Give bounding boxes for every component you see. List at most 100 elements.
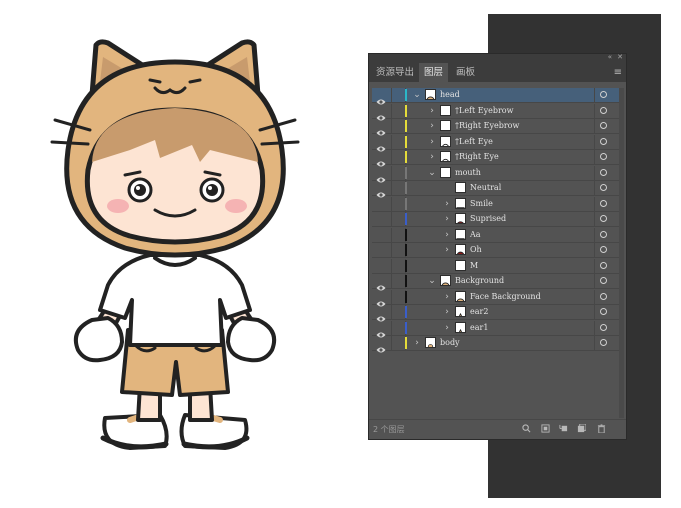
target-circle-icon[interactable] — [600, 122, 607, 129]
layer-name[interactable]: Smile — [470, 197, 493, 211]
collapsed-arrow-icon[interactable]: › — [442, 229, 452, 241]
collapse-panel-icon[interactable]: « — [608, 53, 612, 61]
visibility-eye-icon[interactable] — [376, 246, 386, 254]
collapsed-arrow-icon[interactable]: › — [412, 337, 422, 349]
layer-name[interactable]: †Left Eyebrow — [455, 104, 513, 118]
visibility-eye-icon[interactable] — [376, 138, 386, 151]
tab-asset-export[interactable]: 资源导出 — [371, 63, 419, 82]
new-layer-icon[interactable] — [577, 424, 586, 433]
lock-toggle[interactable] — [391, 336, 406, 350]
lock-toggle[interactable] — [391, 212, 406, 226]
layer-row[interactable]: ⌄ head — [372, 88, 623, 105]
target-circle-icon[interactable] — [600, 106, 607, 114]
lock-toggle[interactable] — [391, 320, 406, 335]
target-circle-icon[interactable] — [600, 308, 607, 315]
collapsed-arrow-icon[interactable]: › — [427, 151, 437, 163]
layer-name[interactable]: Aa — [470, 228, 481, 242]
target-circle-icon[interactable] — [600, 91, 607, 98]
target-circle-icon[interactable] — [600, 246, 607, 253]
expanded-arrow-icon[interactable]: ⌄ — [412, 89, 422, 101]
layer-name[interactable]: Face Background — [470, 290, 541, 304]
lock-toggle[interactable] — [391, 196, 406, 211]
target-circle-icon[interactable] — [600, 168, 607, 176]
target-circle-icon[interactable] — [600, 292, 607, 300]
clipping-mask-icon[interactable] — [541, 424, 550, 433]
lock-toggle[interactable] — [391, 227, 406, 242]
layer-name[interactable]: ear1 — [470, 321, 488, 335]
collapsed-arrow-icon[interactable]: › — [427, 105, 437, 117]
visibility-eye-icon[interactable] — [376, 184, 386, 198]
layer-list-scrollbar[interactable] — [619, 88, 624, 418]
collapsed-arrow-icon[interactable]: › — [442, 244, 452, 256]
layer-name[interactable]: ear2 — [470, 305, 488, 319]
collapsed-arrow-icon[interactable]: › — [427, 136, 437, 148]
lock-toggle[interactable] — [391, 150, 406, 164]
layer-row[interactable]: › ear2 — [372, 305, 623, 322]
tab-layers[interactable]: 图层 — [419, 63, 449, 82]
lock-toggle[interactable] — [391, 165, 406, 180]
collapsed-arrow-icon[interactable]: › — [442, 198, 452, 210]
layer-row[interactable]: ⌄ Background — [372, 274, 623, 291]
lock-toggle[interactable] — [391, 103, 406, 118]
layer-row[interactable]: › body — [372, 336, 623, 353]
visibility-eye-icon[interactable] — [376, 200, 386, 208]
collapsed-arrow-icon[interactable]: › — [442, 213, 452, 225]
collapsed-arrow-icon[interactable]: › — [442, 291, 452, 303]
target-circle-icon[interactable] — [600, 277, 607, 284]
layer-row[interactable]: › Oh — [372, 243, 623, 258]
visibility-eye-icon[interactable] — [376, 277, 386, 291]
layer-name[interactable]: Suprised — [470, 212, 506, 226]
visibility-eye-icon[interactable] — [376, 107, 386, 120]
layer-name[interactable]: †Right Eyebrow — [455, 119, 519, 133]
target-circle-icon[interactable] — [600, 184, 607, 191]
visibility-eye-icon[interactable] — [376, 339, 386, 353]
visibility-eye-icon[interactable] — [376, 293, 386, 306]
panel-menu-icon[interactable]: ≡ — [614, 67, 622, 78]
target-circle-icon[interactable] — [600, 199, 607, 207]
visibility-eye-icon[interactable] — [376, 231, 386, 239]
target-circle-icon[interactable] — [600, 215, 607, 222]
layer-row[interactable]: › Face Background — [372, 289, 623, 306]
layer-row[interactable]: ⌄ mouth — [372, 165, 623, 182]
lock-toggle[interactable] — [391, 274, 406, 288]
lock-toggle[interactable] — [391, 134, 406, 149]
layer-name[interactable]: body — [440, 336, 460, 350]
layer-row[interactable]: › †Right Eyebrow — [372, 119, 623, 136]
close-panel-icon[interactable]: ✕ — [617, 53, 623, 61]
collapsed-arrow-icon[interactable]: › — [442, 306, 452, 318]
visibility-eye-icon[interactable] — [376, 122, 386, 136]
target-circle-icon[interactable] — [600, 323, 607, 331]
new-sublayer-icon[interactable] — [559, 424, 568, 433]
layer-row[interactable]: › Smile — [372, 196, 623, 212]
trash-icon[interactable] — [597, 424, 606, 433]
layer-name[interactable]: Background — [455, 274, 504, 288]
lock-toggle[interactable] — [391, 289, 406, 304]
target-circle-icon[interactable] — [600, 137, 607, 145]
layer-row[interactable]: › †Left Eye — [372, 134, 623, 151]
layer-name[interactable]: †Right Eye — [455, 150, 499, 164]
layer-name[interactable]: Oh — [470, 243, 482, 257]
target-circle-icon[interactable] — [600, 153, 607, 160]
target-circle-icon[interactable] — [600, 230, 607, 238]
lock-toggle[interactable] — [391, 258, 406, 273]
visibility-eye-icon[interactable] — [376, 308, 386, 322]
expanded-arrow-icon[interactable]: ⌄ — [427, 167, 437, 179]
layer-name[interactable]: M — [470, 259, 478, 273]
lock-toggle[interactable] — [391, 119, 406, 133]
layer-row[interactable]: › Suprised — [372, 212, 623, 227]
lock-toggle[interactable] — [391, 243, 406, 257]
layer-row[interactable]: › ear1 — [372, 320, 623, 337]
layer-name[interactable]: †Left Eye — [455, 135, 493, 149]
target-circle-icon[interactable] — [600, 339, 607, 346]
layer-name[interactable]: Neutral — [470, 181, 501, 195]
layer-row[interactable]: M — [372, 258, 623, 274]
collapsed-arrow-icon[interactable]: › — [427, 120, 437, 132]
layer-row[interactable]: › Aa — [372, 227, 623, 243]
tab-artboards[interactable]: 画板 — [451, 63, 480, 82]
expanded-arrow-icon[interactable]: ⌄ — [427, 275, 437, 287]
lock-toggle[interactable] — [391, 181, 406, 195]
visibility-eye-icon[interactable] — [376, 169, 386, 182]
target-circle-icon[interactable] — [600, 261, 607, 269]
collapsed-arrow-icon[interactable]: › — [442, 322, 452, 334]
visibility-eye-icon[interactable] — [376, 324, 386, 337]
